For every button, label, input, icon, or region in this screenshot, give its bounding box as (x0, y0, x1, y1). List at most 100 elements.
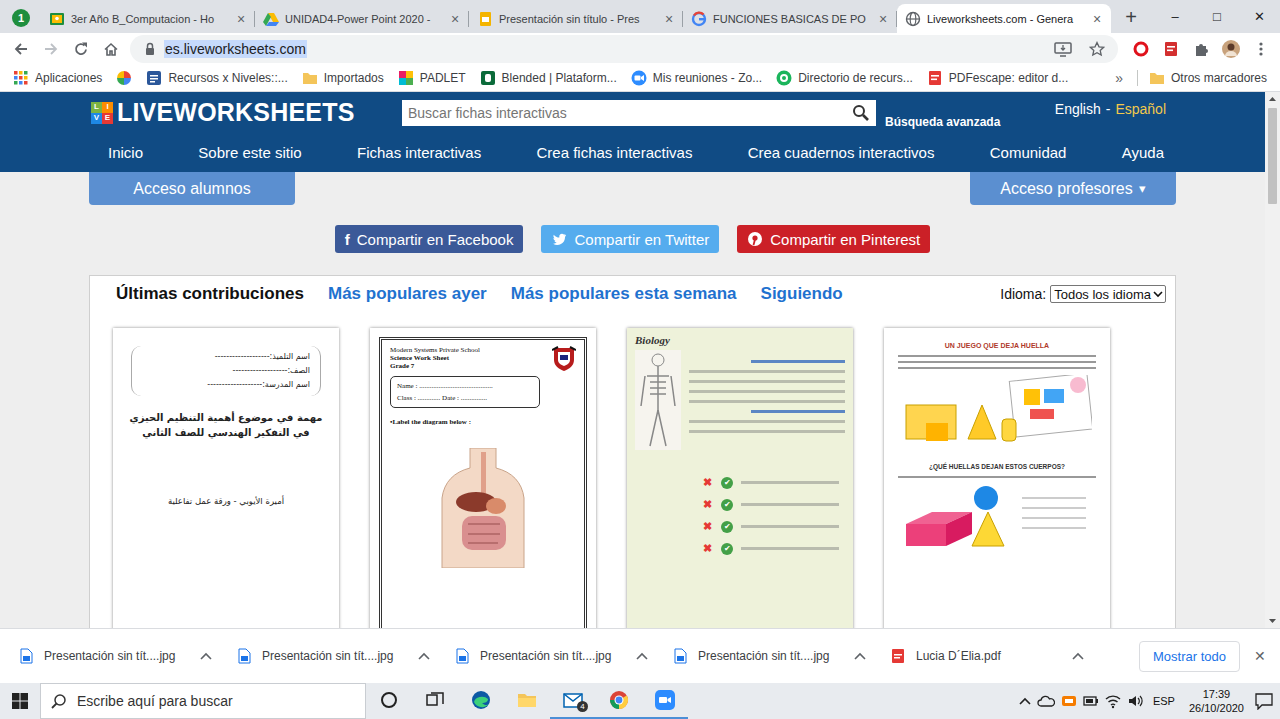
scroll-down-icon[interactable] (1265, 614, 1280, 628)
extensions-puzzle-icon[interactable] (1186, 35, 1216, 63)
bookmark-item[interactable]: Importados (295, 70, 391, 86)
tab-title[interactable]: Liveworksheets.com - Genera (927, 13, 1083, 25)
browser-tab[interactable]: Presentación sin título - Pres × (469, 4, 683, 33)
bookmark-item[interactable]: PDFescape: editor d... (920, 70, 1075, 86)
new-tab-button[interactable]: + (1117, 4, 1145, 32)
download-item[interactable]: Presentación sin tít....jpg (442, 636, 660, 676)
tab-close-button[interactable]: × (661, 11, 677, 27)
bookmark-item[interactable]: Directorio de recurs... (769, 70, 920, 86)
language-select-value[interactable]: Todos los idioma (1054, 287, 1151, 302)
bookmark-star-icon[interactable] (1084, 37, 1110, 61)
worksheet-card[interactable]: UN JUEGO QUE DEJA HUELLA¿QUÉ HUELLAS DEJ… (884, 328, 1110, 628)
download-item[interactable]: Lucia D´Elia.pdf (878, 636, 1096, 676)
opera-extension-icon[interactable] (1126, 35, 1156, 63)
tab-close-button[interactable]: × (1089, 11, 1105, 27)
share-label[interactable]: Compartir en Facebook (357, 231, 514, 248)
chevron-up-icon[interactable] (418, 652, 430, 661)
facebook-share-button[interactable]: fCompartir en Facebook (335, 225, 524, 253)
windows-start-icon[interactable] (0, 683, 40, 719)
other-bookmarks-label[interactable]: Otros marcadores (1171, 71, 1267, 85)
tab-close-button[interactable]: × (447, 11, 463, 27)
browser-tab[interactable]: FUNCIONES BASICAS DE PO × (683, 4, 897, 33)
scroll-up-icon[interactable] (1265, 92, 1280, 106)
tab-title[interactable]: FUNCIONES BASICAS DE PO (713, 13, 869, 25)
zoom-taskbar-button[interactable] (642, 683, 688, 719)
show-hidden-icons-icon[interactable] (1019, 697, 1031, 706)
bookmark-label[interactable]: Aplicaciones (35, 71, 102, 85)
show-all-button[interactable]: Mostrar todo (1139, 641, 1240, 672)
teachers-access-button[interactable]: Acceso profesores▾ (970, 172, 1176, 205)
bookmark-item[interactable]: PADLET (391, 70, 473, 86)
language-link[interactable]: Español (1115, 101, 1166, 117)
tab-close-button[interactable]: × (875, 11, 891, 27)
battery-icon[interactable] (1083, 693, 1099, 709)
students-access-button[interactable]: Acceso alumnos (89, 172, 295, 205)
worksheet-tab[interactable]: Siguiendo (761, 284, 843, 304)
edge-taskbar-button[interactable] (458, 683, 504, 719)
maximize-button[interactable]: □ (1196, 0, 1238, 33)
right-mark[interactable]: ✔ (721, 499, 733, 511)
download-item[interactable]: Presentación sin tít....jpg (660, 636, 878, 676)
worksheet-tab[interactable]: Más populares ayer (328, 284, 487, 304)
clock-time[interactable]: 17:39 (1203, 687, 1231, 701)
search-input[interactable] (406, 104, 852, 122)
download-name[interactable]: Presentación sin tít....jpg (480, 649, 626, 663)
tab-search-badge[interactable]: 1 (12, 9, 30, 27)
nav-link[interactable]: Inicio (108, 144, 143, 161)
tab-title[interactable]: UNIDAD4-Power Point 2020 - (285, 13, 441, 25)
teachers-access-label[interactable]: Acceso profesores (1000, 180, 1133, 198)
home-icon[interactable] (96, 35, 126, 63)
explorer-taskbar-button[interactable] (504, 683, 550, 719)
clock[interactable]: 17:3926/10/2020 (1185, 687, 1248, 715)
nav-link[interactable]: Sobre este sitio (198, 144, 301, 161)
address-bar[interactable]: es.liveworksheets.com (130, 35, 1118, 63)
site-logo[interactable]: LIVELIVEWORKSHEETS (89, 98, 402, 127)
menu-dots-icon[interactable] (1246, 35, 1276, 63)
download-item[interactable]: Presentación sin tít....jpg (224, 636, 442, 676)
download-item[interactable]: Presentación sin tít....jpg (6, 636, 224, 676)
cortana-taskbar-button[interactable] (366, 683, 412, 719)
advanced-search-link[interactable]: Búsqueda avanzada (885, 115, 1000, 129)
right-mark[interactable]: ✔ (721, 477, 733, 489)
nav-link[interactable]: Crea fichas interactivas (536, 144, 692, 161)
reload-icon[interactable] (66, 35, 96, 63)
taskview-taskbar-button[interactable] (412, 683, 458, 719)
close-window-button[interactable]: ✕ (1238, 0, 1280, 33)
bookmark-label[interactable]: PDFescape: editor d... (949, 71, 1068, 85)
chrome-taskbar-button[interactable] (596, 683, 642, 719)
bookmark-item[interactable]: Aplicaciones (6, 70, 109, 86)
speaker-icon[interactable] (1127, 693, 1143, 709)
logo-text[interactable]: LIVEWORKSHEETS (117, 98, 355, 127)
nav-link[interactable]: Ayuda (1122, 144, 1164, 161)
language-link[interactable]: English (1055, 101, 1101, 117)
close-downloads-button[interactable]: ✕ (1240, 648, 1274, 664)
language-select[interactable]: Todos los idioma (1050, 285, 1166, 303)
share-label[interactable]: Compartir en Pinterest (770, 231, 920, 248)
tab-title[interactable]: 3er Año B_Computacion - Ho (71, 13, 227, 25)
pdf-extension-icon[interactable] (1156, 35, 1186, 63)
nav-link[interactable]: Comunidad (990, 144, 1067, 161)
tab-close-button[interactable]: × (233, 11, 249, 27)
browser-tab[interactable]: Liveworksheets.com - Genera × (897, 4, 1111, 33)
worksheet-card[interactable]: Biology✖✔✖✔✖✔✖✔ (627, 328, 853, 628)
wifi-icon[interactable] (1105, 693, 1121, 709)
download-name[interactable]: Lucia D´Elia.pdf (916, 649, 1062, 663)
bookmark-label[interactable]: Directorio de recurs... (798, 71, 913, 85)
taskbar-search-box[interactable]: Escribe aquí para buscar (40, 683, 366, 719)
bookmark-item[interactable]: Blended | Plataform... (473, 70, 624, 86)
download-name[interactable]: Presentación sin tít....jpg (262, 649, 408, 663)
right-mark[interactable]: ✔ (721, 521, 733, 533)
url-text[interactable]: es.liveworksheets.com (164, 40, 307, 58)
twitter-share-button[interactable]: Compartir en Twitter (541, 225, 719, 253)
install-app-icon[interactable] (1050, 37, 1076, 61)
clock-date[interactable]: 26/10/2020 (1189, 701, 1244, 715)
bookmark-label[interactable]: Importados (324, 71, 384, 85)
page-scrollbar[interactable] (1265, 92, 1280, 628)
download-name[interactable]: Presentación sin tít....jpg (698, 649, 844, 663)
tab-title[interactable]: Presentación sin título - Pres (499, 13, 655, 25)
search-placeholder[interactable]: Escribe aquí para buscar (77, 693, 233, 709)
magnifier-icon[interactable] (852, 104, 870, 122)
worksheet-card[interactable]: Modern Systems Private SchoolScience Wor… (370, 328, 596, 628)
onedrive-cloud-icon[interactable] (1037, 694, 1055, 708)
nav-link[interactable]: Crea cuadernos interactivos (748, 144, 935, 161)
